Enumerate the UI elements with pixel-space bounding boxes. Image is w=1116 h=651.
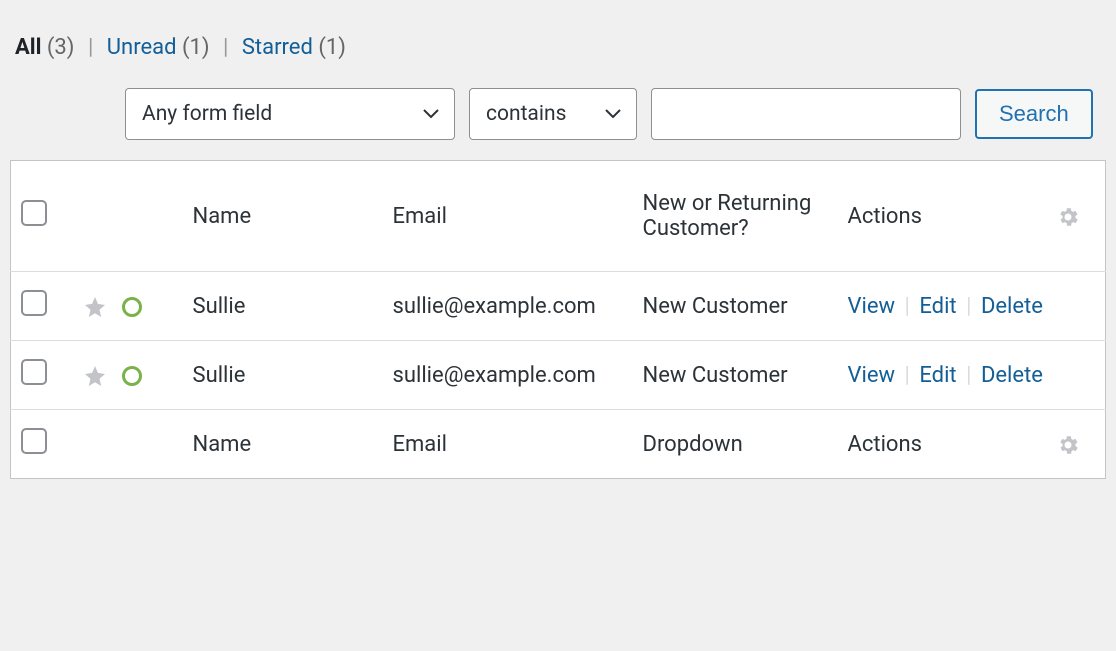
search-field-select[interactable]: Any form field	[125, 88, 455, 140]
filter-unread[interactable]: Unread (1)	[107, 35, 215, 60]
footer-name: Name	[183, 410, 383, 479]
search-button[interactable]: Search	[975, 89, 1093, 139]
cell-email: sullie@example.com	[383, 272, 633, 341]
chevron-down-icon	[604, 105, 622, 123]
footer-actions: Actions	[838, 410, 1046, 479]
table-row: Sullie sullie@example.com New Customer V…	[11, 341, 1106, 410]
separator: |	[966, 294, 971, 319]
select-all-checkbox[interactable]	[21, 200, 47, 226]
view-link[interactable]: View	[848, 363, 896, 388]
table-footer-row: Name Email Dropdown Actions	[11, 410, 1106, 479]
footer-email: Email	[383, 410, 633, 479]
col-email-header[interactable]: Email	[383, 161, 633, 272]
footer-customer: Dropdown	[633, 410, 838, 479]
cell-email: sullie@example.com	[383, 341, 633, 410]
row-checkbox[interactable]	[21, 359, 47, 385]
unread-indicator-icon[interactable]	[122, 297, 142, 317]
delete-link[interactable]: Delete	[981, 294, 1043, 319]
separator: |	[905, 363, 910, 388]
separator: |	[88, 35, 93, 60]
star-icon[interactable]	[83, 295, 107, 319]
separator: |	[223, 35, 228, 60]
row-checkbox[interactable]	[21, 290, 47, 316]
unread-indicator-icon[interactable]	[122, 366, 142, 386]
gear-icon[interactable]	[1056, 205, 1080, 229]
select-all-checkbox-footer[interactable]	[21, 428, 47, 454]
entries-table: Name Email New or Returning Customer? Ac…	[10, 160, 1106, 479]
cell-name: Sullie	[183, 341, 383, 410]
chevron-down-icon	[422, 105, 440, 123]
gear-icon[interactable]	[1056, 433, 1080, 457]
cell-actions: View | Edit | Delete	[838, 272, 1106, 341]
star-icon[interactable]	[83, 364, 107, 388]
filter-all[interactable]: All (3)	[15, 35, 80, 60]
col-actions-header: Actions	[838, 161, 1046, 272]
separator: |	[966, 363, 971, 388]
delete-link[interactable]: Delete	[981, 363, 1043, 388]
cell-customer: New Customer	[633, 272, 838, 341]
col-customer-header[interactable]: New or Returning Customer?	[633, 161, 838, 272]
edit-link[interactable]: Edit	[919, 294, 956, 319]
edit-link[interactable]: Edit	[919, 363, 956, 388]
table-row: Sullie sullie@example.com New Customer V…	[11, 272, 1106, 341]
cell-name: Sullie	[183, 272, 383, 341]
col-name-header[interactable]: Name	[183, 161, 383, 272]
filter-starred[interactable]: Starred (1)	[242, 35, 346, 60]
cell-customer: New Customer	[633, 341, 838, 410]
search-operator-select[interactable]: contains	[469, 88, 637, 140]
filter-links: All (3) | Unread (1) | Starred (1)	[15, 35, 1101, 60]
separator: |	[905, 294, 910, 319]
cell-actions: View | Edit | Delete	[838, 341, 1106, 410]
search-row: Any form field contains Search	[15, 88, 1101, 140]
table-header-row: Name Email New or Returning Customer? Ac…	[11, 161, 1106, 272]
view-link[interactable]: View	[848, 294, 896, 319]
search-input[interactable]	[651, 88, 961, 140]
